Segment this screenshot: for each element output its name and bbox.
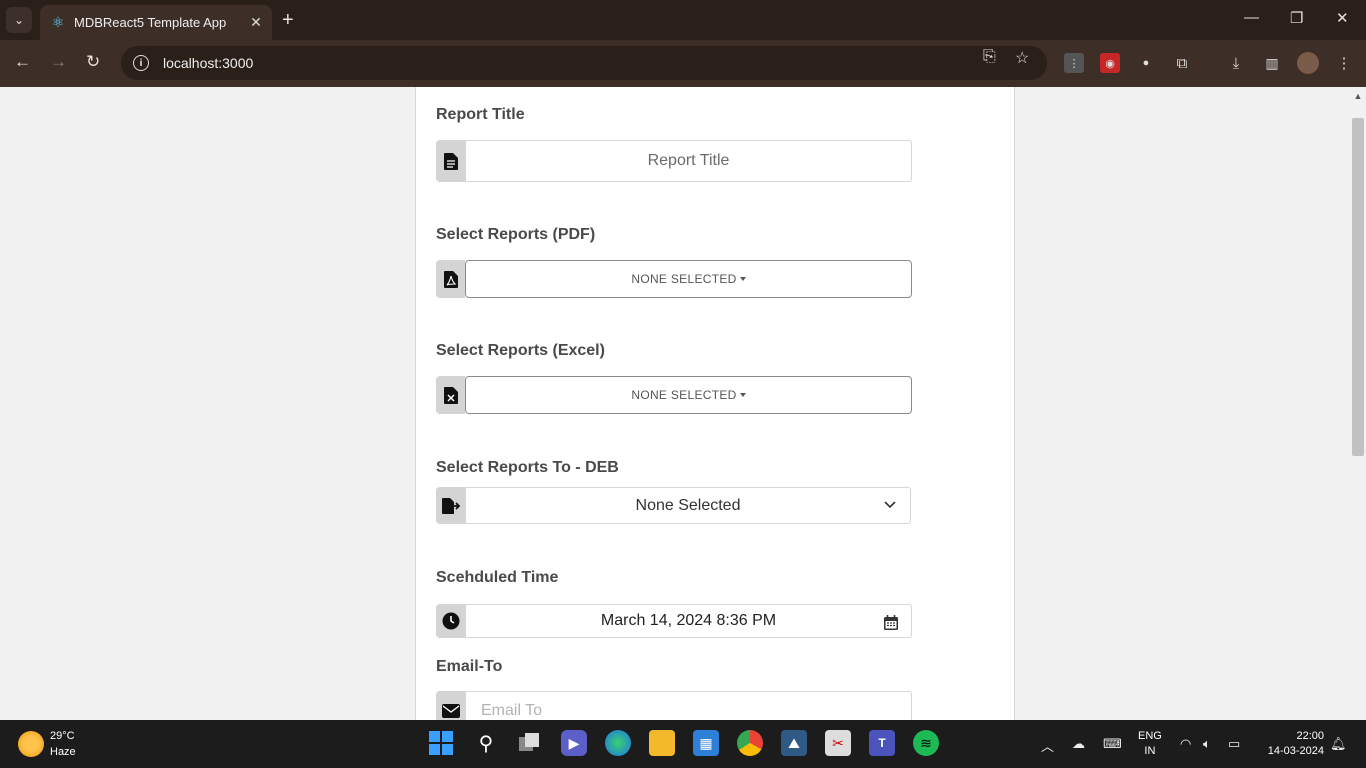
report-form-card: Report Title Report Title Select Reports… [415,87,1015,720]
envelope-icon [436,691,465,720]
meet-chat-icon[interactable]: ▶ [561,730,587,756]
excel-reports-dropdown[interactable]: NONE SELECTED [465,376,912,414]
extension-gray-icon[interactable]: ● [1136,53,1156,73]
schedule-datetime-input[interactable]: March 14, 2024 8:36 PM [465,604,912,638]
report-title-input[interactable]: Report Title [465,140,912,182]
windows-taskbar: 29°C Haze ⚲ ▶ ▦ ⛰ ✂ T ≋ ︿ ☁ ⌨ ENG IN ◠ 🔈… [0,720,1366,768]
weather-temperature: 29°C [50,730,75,742]
tab-search-button[interactable]: ⌄ [6,7,32,33]
report-title-label: Report Title [436,106,525,123]
spotify-icon[interactable]: ≋ [913,730,939,756]
browser-tab[interactable]: ⚛ MDBReact5 Template App ✕ [40,5,272,40]
tray-chevron-up-icon[interactable]: ︿ [1041,736,1054,755]
restore-icon[interactable]: ❐ [1290,9,1303,27]
teams-new-icon[interactable]: T [869,730,895,756]
pdf-reports-dropdown[interactable]: NONE SELECTED [465,260,912,298]
language-indicator[interactable]: ENG IN [1138,729,1162,759]
excel-reports-label: Select Reports (Excel) [436,342,605,359]
file-icon [436,140,465,182]
email-to-group: Email To [436,691,912,720]
schedule-group: March 14, 2024 8:36 PM [436,604,912,638]
edge-browser-icon[interactable] [605,730,631,756]
weather-widget[interactable]: 29°C Haze [18,728,76,760]
address-bar[interactable]: i localhost:3000 [121,46,1047,80]
email-to-input[interactable]: Email To [465,691,912,720]
battery-icon[interactable]: ▭ [1228,736,1240,752]
download-icon[interactable]: ⤓ [1226,53,1246,73]
deb-reports-select[interactable]: None Selected [465,487,911,524]
region-code: IN [1144,745,1156,757]
excel-file-icon [436,376,465,414]
volume-icon[interactable]: 🔈︎ [1203,736,1211,752]
chevron-down-icon: ⌄ [13,13,25,27]
windows-start-icon[interactable] [428,730,454,756]
minimize-icon[interactable]: — [1244,9,1259,26]
keyboard-icon[interactable]: ⌨ [1103,736,1122,752]
report-title-group: Report Title [436,140,912,182]
photos-app-icon[interactable]: ⛰ [781,730,807,756]
schedule-label: Scehduled Time [436,569,559,586]
snipping-tool-icon[interactable]: ✂ [825,730,851,756]
tab-close-icon[interactable]: ✕ [248,14,264,31]
bookmark-star-icon[interactable]: ☆ [1015,48,1029,68]
language-code: ENG [1138,730,1162,742]
close-window-icon[interactable]: ✕ [1336,9,1349,27]
pdf-reports-value: NONE SELECTED [631,272,737,286]
tab-title: MDBReact5 Template App [74,15,227,30]
install-app-icon[interactable]: ⎘ [983,48,996,66]
notification-bell-icon[interactable]: 🔔︎ [1330,736,1347,752]
clock-time: 22:00 [1296,730,1324,742]
browser-toolbar: ← → ↻ i localhost:3000 ⎘ ☆ ⋮ ◉ ● ⧉ ⤓ ▥ ⋮ [0,40,1366,87]
pdf-file-icon [436,260,465,298]
page-viewport: Report Title Report Title Select Reports… [0,87,1366,720]
deb-reports-value: None Selected [635,496,741,514]
caret-down-icon [739,393,746,397]
deb-reports-label: Select Reports To - DEB [436,459,619,476]
forward-icon[interactable]: → [50,52,67,72]
reload-icon[interactable]: ↻ [86,52,100,72]
chevron-down-icon [884,501,896,509]
wifi-icon[interactable]: ◠ [1180,736,1191,752]
extension-red-icon[interactable]: ◉ [1100,53,1120,73]
back-icon[interactable]: ← [14,52,31,72]
gitzip-extension-icon[interactable]: ⋮ [1064,53,1084,73]
microsoft-store-icon[interactable]: ▦ [693,730,719,756]
extensions-puzzle-icon[interactable]: ⧉ [1172,53,1192,73]
excel-reports-value: NONE SELECTED [631,388,737,402]
task-view-icon[interactable] [517,730,543,756]
weather-condition: Haze [50,746,76,758]
chrome-browser-icon[interactable] [737,730,763,756]
clock-icon [436,604,465,638]
react-favicon-icon: ⚛ [51,14,65,30]
scrollbar-thumb[interactable] [1352,118,1364,456]
url-text: localhost:3000 [163,55,254,71]
site-info-icon[interactable]: i [133,55,149,71]
file-export-icon [436,487,465,524]
scroll-up-arrow-icon[interactable]: ▲ [1350,87,1366,105]
menu-kebab-icon[interactable]: ⋮ [1334,53,1354,73]
pdf-reports-group: NONE SELECTED [436,260,912,298]
clock-date: 14-03-2024 [1267,745,1324,757]
profile-avatar[interactable] [1297,52,1319,74]
deb-reports-group: None Selected [436,487,911,524]
schedule-value: March 14, 2024 8:36 PM [600,612,777,629]
caret-down-icon [739,277,746,281]
sun-haze-icon [18,731,44,757]
system-clock[interactable]: 22:00 14-03-2024 [1260,729,1324,759]
calendar-icon[interactable] [884,615,898,630]
browser-tab-bar: ⌄ ⚛ MDBReact5 Template App ✕ + — ❐ ✕ [0,0,1366,40]
excel-reports-group: NONE SELECTED [436,376,912,414]
onedrive-icon[interactable]: ☁ [1072,736,1085,752]
side-panel-icon[interactable]: ▥ [1262,53,1282,73]
file-explorer-icon[interactable] [649,730,675,756]
email-to-label: Email-To [436,658,503,675]
pdf-reports-label: Select Reports (PDF) [436,226,596,243]
search-icon[interactable]: ⚲ [473,730,499,756]
new-tab-button[interactable]: + [282,9,294,31]
